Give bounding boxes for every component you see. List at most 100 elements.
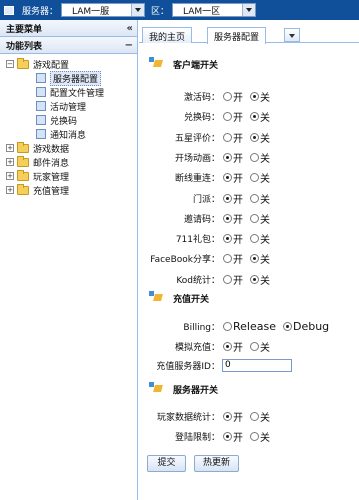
tree-node-mail[interactable]: + 邮件消息 xyxy=(0,155,137,169)
player-stats-label: 玩家数据统计： xyxy=(156,412,220,423)
switch-off-radio[interactable] xyxy=(250,274,259,284)
mock-recharge-on-radio[interactable] xyxy=(223,341,232,351)
switch-on-label[interactable]: 开 xyxy=(233,191,243,206)
tree-node-label: 玩家管理 xyxy=(33,172,70,183)
tree-node-recharge[interactable]: + 充值管理 xyxy=(0,183,137,197)
switch-off-radio[interactable] xyxy=(250,213,259,223)
login-limit-off-radio[interactable] xyxy=(250,431,259,441)
billing-debug-radio[interactable] xyxy=(282,321,292,331)
mock-recharge-off-label[interactable]: 关 xyxy=(260,339,270,354)
switch-off-radio[interactable] xyxy=(250,91,259,101)
switch-off-radio[interactable] xyxy=(250,132,259,142)
switch-on-radio[interactable] xyxy=(223,213,232,223)
switch-off-label[interactable]: 关 xyxy=(260,89,270,104)
mock-recharge-off-radio[interactable] xyxy=(250,341,259,351)
switch-off-label[interactable]: 关 xyxy=(260,211,270,226)
switch-on-radio[interactable] xyxy=(223,253,232,263)
login-limit-off-label[interactable]: 关 xyxy=(260,429,270,444)
tree-leaf-redeem-codes[interactable]: 兑换码 xyxy=(0,113,137,127)
chevron-down-icon[interactable] xyxy=(131,4,145,16)
switch-on-radio[interactable] xyxy=(223,274,232,284)
tab-home[interactable]: 我的主页 xyxy=(142,27,193,43)
switch-off-label[interactable]: 关 xyxy=(260,170,270,185)
tab-menu-chevron-icon[interactable] xyxy=(284,28,300,42)
switch-off-label[interactable]: 关 xyxy=(260,191,270,206)
submit-button[interactable]: 提交 xyxy=(147,455,186,472)
folder-icon xyxy=(17,141,29,153)
zone-select[interactable]: LAM一区 xyxy=(172,3,257,17)
login-limit-on-label[interactable]: 开 xyxy=(233,429,243,444)
mock-recharge-on-label[interactable]: 开 xyxy=(233,339,243,354)
billing-debug-label[interactable]: Debug xyxy=(293,320,329,333)
expand-toggle-icon[interactable]: + xyxy=(6,186,14,194)
tree-leaf-notifications[interactable]: 通知消息 xyxy=(0,127,137,141)
client-switch-label: 兑换码： xyxy=(183,112,220,123)
minus-icon[interactable]: − xyxy=(125,40,133,51)
switch-off-radio[interactable] xyxy=(250,152,259,162)
expand-toggle-icon[interactable]: + xyxy=(6,172,14,180)
switch-on-radio[interactable] xyxy=(223,132,232,142)
switch-on-label[interactable]: 开 xyxy=(233,150,243,165)
player-stats-off-radio[interactable] xyxy=(250,411,259,421)
switch-on-label[interactable]: 开 xyxy=(233,170,243,185)
switch-on-radio[interactable] xyxy=(223,172,232,182)
client-switch-label: 断线重连： xyxy=(174,173,220,184)
hot-update-button[interactable]: 热更新 xyxy=(194,455,239,472)
tree-node-players[interactable]: + 玩家管理 xyxy=(0,169,137,183)
tree-node-game-config[interactable]: − 游戏配置 xyxy=(0,57,137,71)
switch-on-radio[interactable] xyxy=(223,152,232,162)
server-switch-title: 服务器开关 xyxy=(173,386,219,396)
tree-node-label: 游戏配置 xyxy=(33,60,70,71)
recharge-switch-title: 充值开关 xyxy=(173,295,210,305)
switch-on-radio[interactable] xyxy=(223,233,232,243)
expand-toggle-icon[interactable]: + xyxy=(6,158,14,166)
section-icon xyxy=(149,291,163,301)
player-stats-on-radio[interactable] xyxy=(223,411,232,421)
tree-node-game-data[interactable]: + 游戏数据 xyxy=(0,141,137,155)
switch-off-label[interactable]: 关 xyxy=(260,150,270,165)
switch-off-label[interactable]: 关 xyxy=(260,272,270,287)
switch-off-label[interactable]: 关 xyxy=(260,109,270,124)
switch-on-label[interactable]: 开 xyxy=(233,89,243,104)
switch-off-label[interactable]: 关 xyxy=(260,231,270,246)
login-limit-label: 登陆限制： xyxy=(174,432,220,443)
switch-off-label[interactable]: 关 xyxy=(260,251,270,266)
login-limit-on-radio[interactable] xyxy=(223,431,232,441)
switch-off-label[interactable]: 关 xyxy=(260,130,270,145)
switch-on-label[interactable]: 开 xyxy=(233,130,243,145)
expand-toggle-icon[interactable]: + xyxy=(6,144,14,152)
player-stats-on-label[interactable]: 开 xyxy=(233,409,243,424)
player-stats-off-label[interactable]: 关 xyxy=(260,409,270,424)
switch-on-label[interactable]: 开 xyxy=(233,251,243,266)
switch-on-label[interactable]: 开 xyxy=(233,272,243,287)
client-switch-row: 断线重连： 开 关 xyxy=(139,170,359,185)
collapse-icon[interactable]: « xyxy=(127,23,133,34)
tree-leaf-label: 兑换码 xyxy=(50,116,78,127)
switch-off-radio[interactable] xyxy=(250,253,259,263)
tree-leaf-server-config[interactable]: 服务器配置 xyxy=(0,70,137,86)
switch-off-radio[interactable] xyxy=(250,193,259,203)
tree-leaf-label: 通知消息 xyxy=(50,130,87,141)
client-switch-row: 邀请码： 开 关 xyxy=(139,211,359,226)
server-select[interactable]: LAM一服 xyxy=(61,3,146,17)
billing-release-label[interactable]: Release xyxy=(233,320,276,333)
switch-off-radio[interactable] xyxy=(250,233,259,243)
billing-row: Billing： Release Debug xyxy=(139,319,359,333)
tree-leaf-activities[interactable]: 活动管理 xyxy=(0,99,137,113)
switch-off-radio[interactable] xyxy=(250,111,259,121)
switch-on-radio[interactable] xyxy=(223,91,232,101)
tab-server-config[interactable]: 服务器配置 xyxy=(207,27,267,44)
switch-on-label[interactable]: 开 xyxy=(233,109,243,124)
tree-leaf-config-files[interactable]: 配置文件管理 xyxy=(0,85,137,99)
switch-on-label[interactable]: 开 xyxy=(233,211,243,226)
switch-off-radio[interactable] xyxy=(250,172,259,182)
mock-recharge-row: 模拟充值： 开 关 xyxy=(139,339,359,354)
tree-node-label: 游戏数据 xyxy=(33,144,70,155)
collapse-toggle-icon[interactable]: − xyxy=(6,60,14,68)
billing-release-radio[interactable] xyxy=(223,321,232,331)
switch-on-label[interactable]: 开 xyxy=(233,231,243,246)
chevron-down-icon[interactable] xyxy=(242,4,256,16)
recharge-server-id-input[interactable] xyxy=(222,358,292,372)
switch-on-radio[interactable] xyxy=(223,111,232,121)
switch-on-radio[interactable] xyxy=(223,193,232,203)
